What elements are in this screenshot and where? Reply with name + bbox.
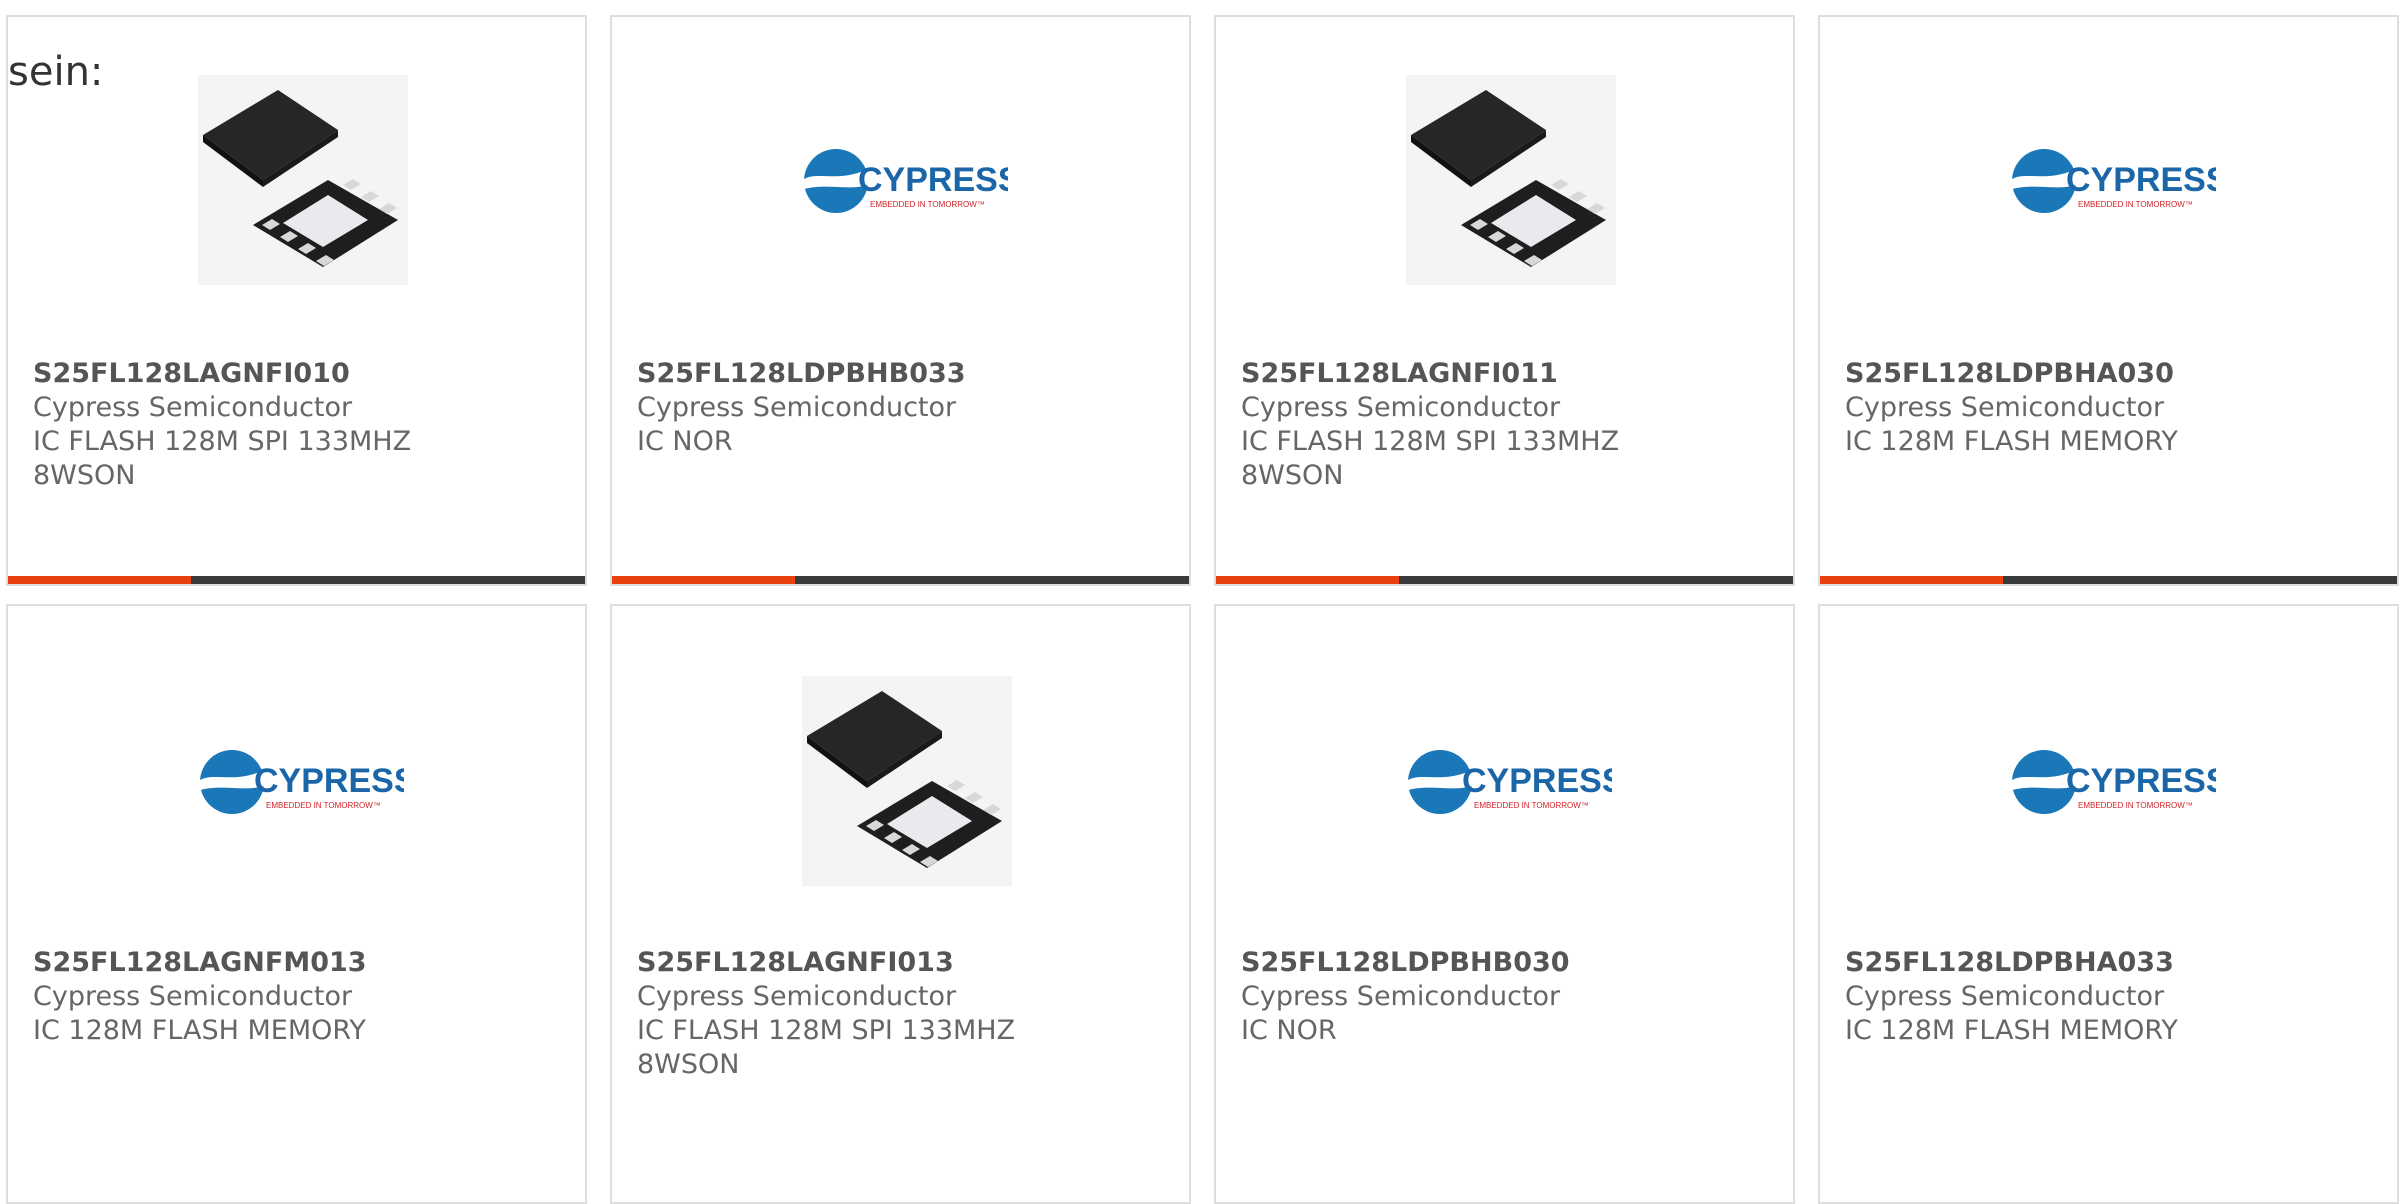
logo-tagline: EMBEDDED IN TOMORROW™ (1474, 801, 1589, 810)
chip-package-icon (198, 75, 408, 285)
card-bottom-bar (8, 576, 585, 584)
description-label: IC FLASH 128M SPI 133MHZ 8WSON (1241, 426, 1620, 491)
product-thumbnail[interactable]: CYPRESS EMBEDDED IN TOMORROW™ (8, 676, 585, 886)
part-number-link[interactable]: S25FL128LAGNFI013 (637, 946, 1037, 980)
part-number-link[interactable]: S25FL128LDPBHA030 (1845, 357, 2245, 391)
description-label: IC FLASH 128M SPI 133MHZ 8WSON (33, 426, 412, 491)
card-accent-bar (1820, 576, 2003, 584)
manufacturer-label: Cypress Semiconductor (1845, 981, 2165, 1012)
part-number-link[interactable]: S25FL128LDPBHB033 (637, 357, 1037, 391)
product-thumbnail[interactable] (8, 75, 585, 285)
product-card[interactable]: CYPRESS EMBEDDED IN TOMORROW™ S25FL128LD… (610, 15, 1191, 586)
description-label: IC 128M FLASH MEMORY (1845, 426, 2178, 457)
logo-wordmark: CYPRESS (254, 762, 404, 800)
manufacturer-label: Cypress Semiconductor (1241, 392, 1561, 423)
product-card[interactable]: CYPRESS EMBEDDED IN TOMORROW™ S25FL128LD… (1818, 604, 2399, 1204)
product-card[interactable]: CYPRESS EMBEDDED IN TOMORROW™ S25FL128LA… (6, 604, 587, 1204)
description-label: IC FLASH 128M SPI 133MHZ 8WSON (637, 1015, 1016, 1080)
card-bottom-bar (1216, 576, 1793, 584)
description-label: IC 128M FLASH MEMORY (1845, 1015, 2178, 1046)
logo-wordmark: CYPRESS (1462, 762, 1612, 800)
manufacturer-label: Cypress Semiconductor (1241, 981, 1561, 1012)
card-bottom-bar (1820, 576, 2397, 584)
logo-tagline: EMBEDDED IN TOMORROW™ (266, 801, 381, 810)
product-thumbnail[interactable]: CYPRESS EMBEDDED IN TOMORROW™ (1820, 75, 2397, 285)
intro-text: sein: (8, 49, 104, 95)
cypress-logo: CYPRESS EMBEDDED IN TOMORROW™ (804, 149, 1008, 213)
manufacturer-label: Cypress Semiconductor (33, 392, 353, 423)
logo-wordmark: CYPRESS (858, 161, 1008, 199)
manufacturer-label: Cypress Semiconductor (637, 392, 957, 423)
description-label: IC NOR (1241, 1015, 1337, 1046)
product-card[interactable]: CYPRESS EMBEDDED IN TOMORROW™ S25FL128LD… (1818, 15, 2399, 586)
cypress-logo: CYPRESS EMBEDDED IN TOMORROW™ (2012, 149, 2216, 213)
part-number-link[interactable]: S25FL128LDPBHA033 (1845, 946, 2245, 980)
chip-package-icon (1406, 75, 1616, 285)
manufacturer-label: Cypress Semiconductor (1845, 392, 2165, 423)
product-thumbnail[interactable] (1216, 75, 1793, 285)
description-label: IC 128M FLASH MEMORY (33, 1015, 366, 1046)
card-bottom-bar (612, 576, 1189, 584)
chip-package-icon (802, 676, 1012, 886)
product-card[interactable]: S25FL128LAGNFI010 Cypress Semiconductor … (6, 15, 587, 586)
cypress-logo: CYPRESS EMBEDDED IN TOMORROW™ (2012, 750, 2216, 814)
product-card[interactable]: S25FL128LAGNFI013 Cypress Semiconductor … (610, 604, 1191, 1204)
manufacturer-label: Cypress Semiconductor (637, 981, 957, 1012)
cypress-logo: CYPRESS EMBEDDED IN TOMORROW™ (1408, 750, 1612, 814)
part-number-link[interactable]: S25FL128LDPBHB030 (1241, 946, 1641, 980)
manufacturer-label: Cypress Semiconductor (33, 981, 353, 1012)
product-card[interactable]: CYPRESS EMBEDDED IN TOMORROW™ S25FL128LD… (1214, 604, 1795, 1204)
product-card[interactable]: S25FL128LAGNFI011 Cypress Semiconductor … (1214, 15, 1795, 586)
part-number-link[interactable]: S25FL128LAGNFM013 (33, 946, 433, 980)
product-thumbnail[interactable]: CYPRESS EMBEDDED IN TOMORROW™ (1216, 676, 1793, 886)
card-accent-bar (1216, 576, 1399, 584)
product-thumbnail[interactable]: CYPRESS EMBEDDED IN TOMORROW™ (1820, 676, 2397, 886)
cypress-logo: CYPRESS EMBEDDED IN TOMORROW™ (200, 750, 404, 814)
logo-tagline: EMBEDDED IN TOMORROW™ (2078, 801, 2193, 810)
logo-wordmark: CYPRESS (2066, 762, 2216, 800)
part-number-link[interactable]: S25FL128LAGNFI011 (1241, 357, 1641, 391)
logo-tagline: EMBEDDED IN TOMORROW™ (870, 200, 985, 209)
card-accent-bar (8, 576, 191, 584)
logo-tagline: EMBEDDED IN TOMORROW™ (2078, 200, 2193, 209)
description-label: IC NOR (637, 426, 733, 457)
logo-wordmark: CYPRESS (2066, 161, 2216, 199)
product-thumbnail[interactable]: CYPRESS EMBEDDED IN TOMORROW™ (612, 75, 1189, 285)
product-thumbnail[interactable] (612, 676, 1189, 886)
product-grid: S25FL128LAGNFI010 Cypress Semiconductor … (0, 0, 2400, 1204)
part-number-link[interactable]: S25FL128LAGNFI010 (33, 357, 433, 391)
card-accent-bar (612, 576, 795, 584)
